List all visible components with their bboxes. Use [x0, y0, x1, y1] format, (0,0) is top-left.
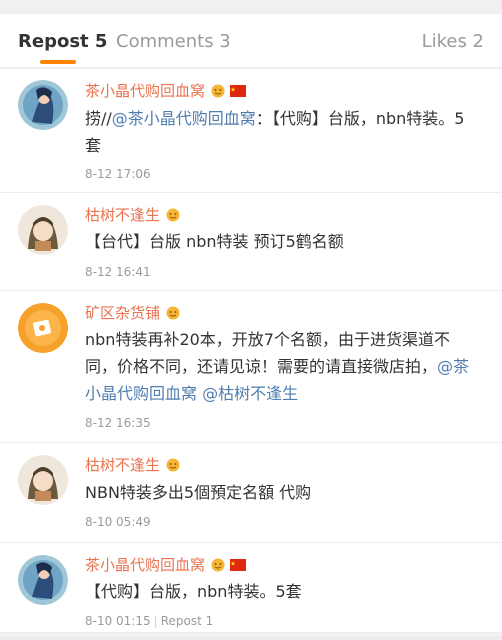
- timestamp: 8-10 05:49: [85, 515, 151, 529]
- repost-count-link[interactable]: Repost 1: [161, 614, 214, 628]
- text-segment: 捞//: [85, 109, 112, 128]
- repost-list: 茶小晶代购回血窝 捞//@茶小晶代购回血窝：【代购】台版，nbn特装。5套 8-…: [0, 69, 502, 633]
- list-item[interactable]: 茶小晶代购回血窝 捞//@茶小晶代购回血窝：【代购】台版，nbn特装。5套 8-…: [0, 69, 502, 193]
- username[interactable]: 枯树不逢生: [85, 455, 160, 475]
- list-item[interactable]: 茶小晶代购回血窝 【代购】台版，nbn特装。5套 8-10 01:15 | Repo…: [0, 543, 502, 633]
- timestamp: 8-10 01:15: [85, 614, 151, 628]
- active-tab-indicator: [40, 60, 76, 64]
- avatar[interactable]: [18, 303, 68, 353]
- vip-face-icon: [209, 84, 227, 98]
- vip-face-icon: [164, 208, 182, 222]
- avatar[interactable]: [18, 455, 68, 505]
- mention-link[interactable]: @枯树不逢生: [202, 384, 298, 403]
- repost-text: NBN特装多出5個預定名額 代购: [85, 483, 312, 502]
- meta-separator: |: [153, 614, 158, 628]
- username[interactable]: 茶小晶代购回血窝: [85, 555, 205, 575]
- list-item[interactable]: 枯树不逢生 NBN特装多出5個預定名額 代购 8-10 05:49: [0, 443, 502, 543]
- avatar[interactable]: [18, 555, 68, 605]
- top-strip: [0, 0, 502, 14]
- repost-text: 【台代】台版 nbn特装 预订5鹤名额: [85, 232, 344, 251]
- vip-face-icon: [209, 558, 227, 572]
- timestamp: 8-12 16:35: [85, 416, 151, 430]
- username[interactable]: 茶小晶代购回血窝: [85, 81, 205, 101]
- list-item[interactable]: 矿区杂货铺 nbn特装再补20本，开放7个名额，由于进货渠道不同，价格不同，还请…: [0, 291, 502, 443]
- tab-repost[interactable]: Repost 5: [18, 31, 107, 53]
- china-flag-icon: [230, 559, 247, 571]
- vip-face-icon: [164, 306, 182, 320]
- repost-text: 捞//@茶小晶代购回血窝：【代购】台版，nbn特装。5套: [85, 105, 480, 159]
- list-item[interactable]: 枯树不逢生 【台代】台版 nbn特装 预订5鹤名额 8-12 16:41: [0, 193, 502, 291]
- mention-link[interactable]: @茶小晶代购回血窝: [112, 109, 256, 128]
- username[interactable]: 枯树不逢生: [85, 205, 160, 225]
- bottom-strip: [0, 636, 502, 640]
- timestamp: 8-12 16:41: [85, 265, 151, 279]
- china-flag-icon: [230, 85, 247, 97]
- tab-bar: Repost 5 Comments 3 Likes 2: [0, 14, 502, 68]
- username[interactable]: 矿区杂货铺: [85, 303, 160, 323]
- meta-row: 8-10 01:15 | Repost 1: [85, 613, 213, 629]
- repost-text: 【代购】台版，nbn特装。5套: [85, 582, 302, 601]
- avatar[interactable]: [18, 205, 68, 255]
- vip-face-icon: [164, 458, 182, 472]
- tab-comments[interactable]: Comments 3: [116, 31, 231, 53]
- repost-text: nbn特装再补20本，开放7个名额，由于进货渠道不同，价格不同，还请见谅！需要的…: [85, 326, 480, 407]
- timestamp: 8-12 17:06: [85, 167, 151, 181]
- avatar[interactable]: [18, 80, 68, 130]
- tab-likes[interactable]: Likes 2: [422, 31, 484, 53]
- text-segment: nbn特装再补20本，开放7个名额，由于进货渠道不同，价格不同，还请见谅！需要的…: [85, 330, 450, 376]
